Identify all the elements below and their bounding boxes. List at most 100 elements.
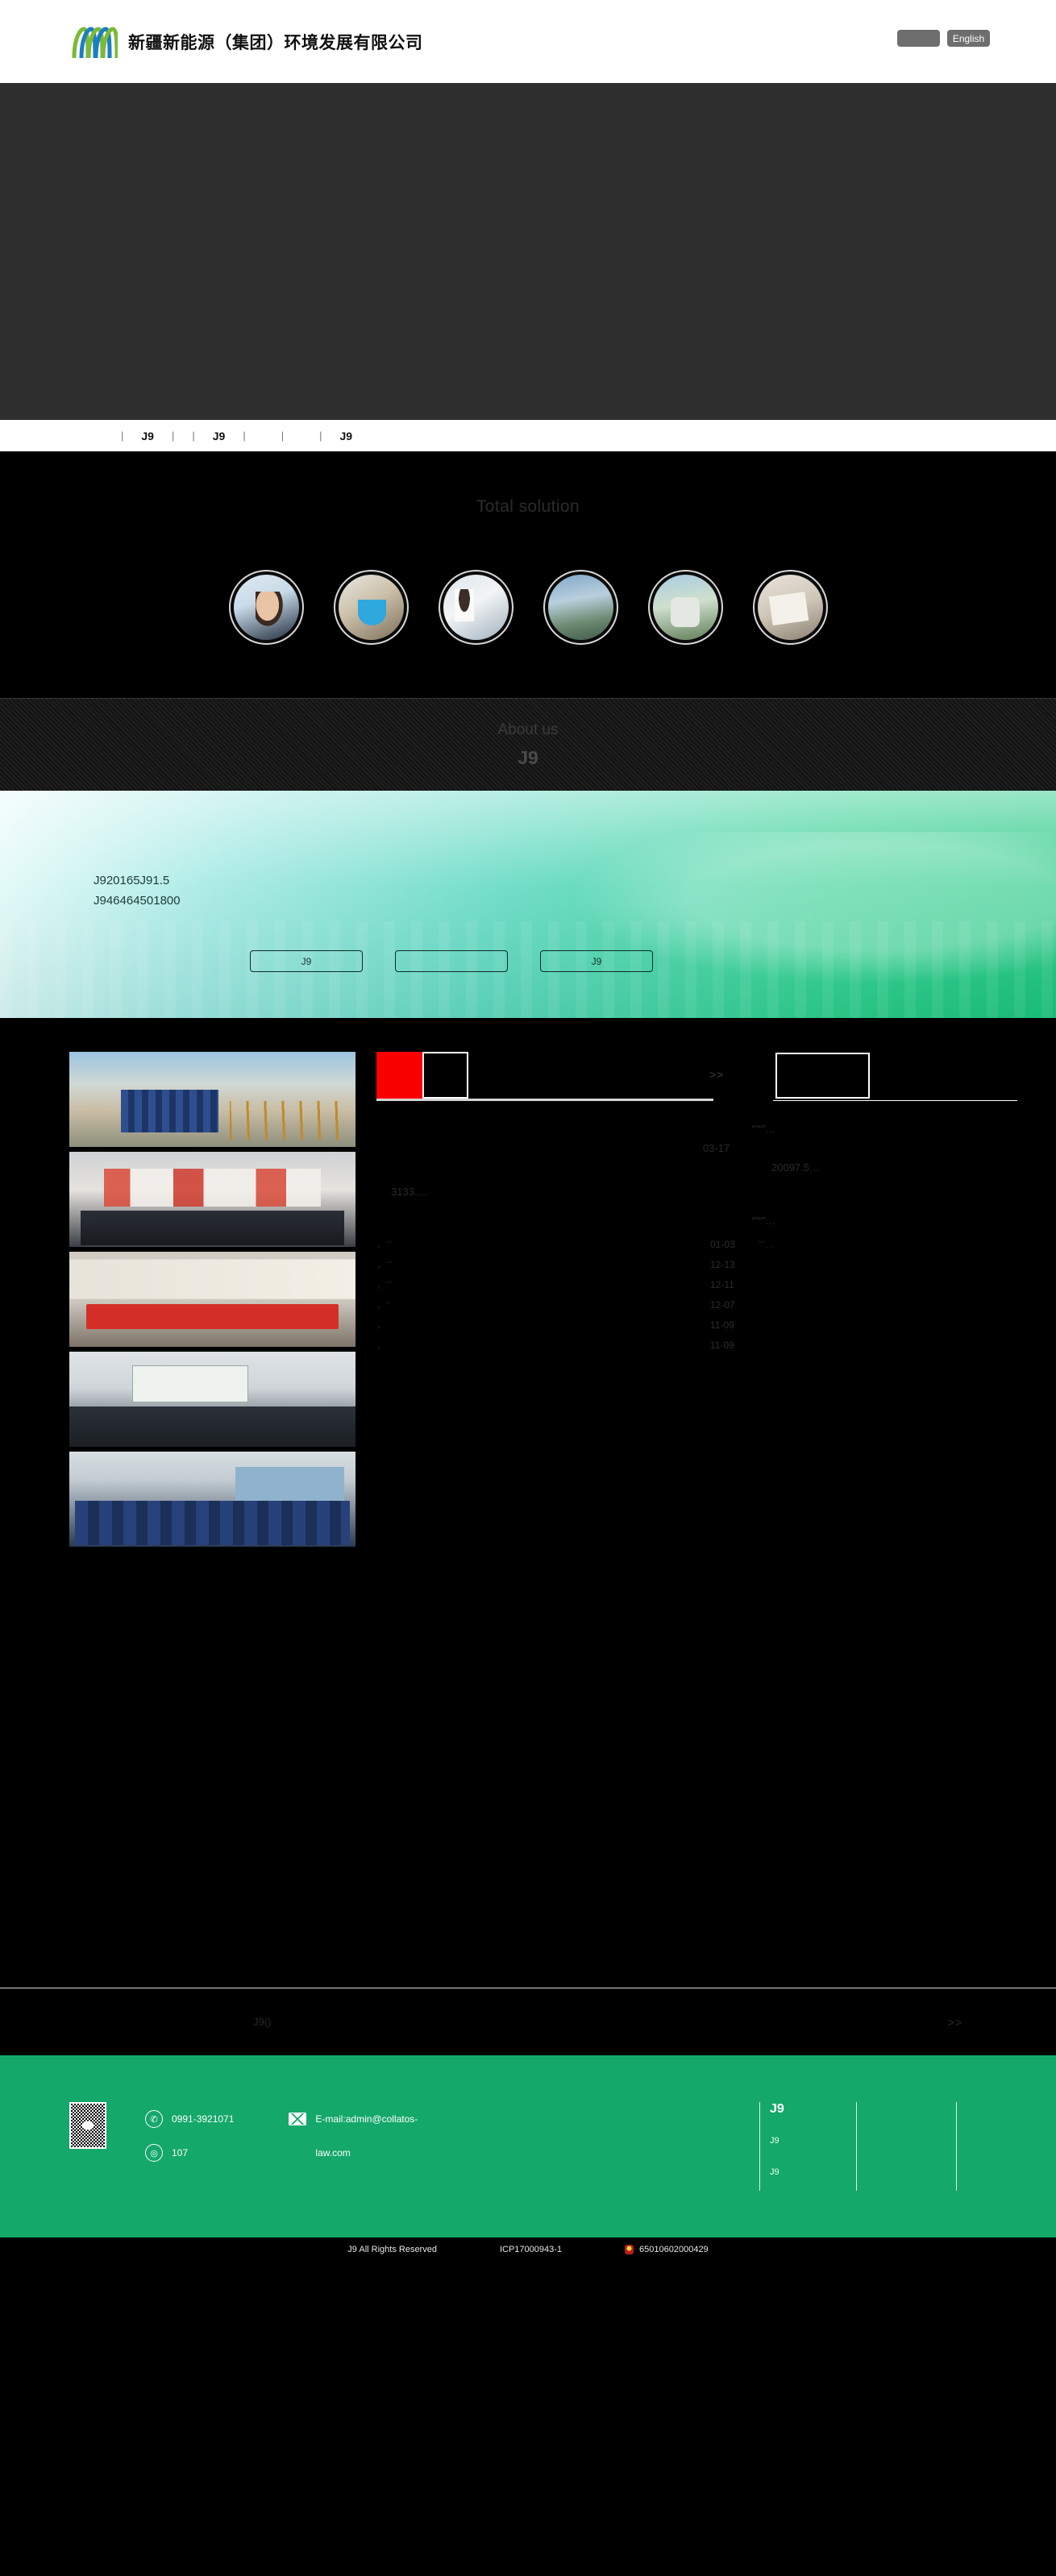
footer-email-block: E-mail:admin@collatos- law.com bbox=[289, 2102, 418, 2170]
news-item-date: 11-09 bbox=[710, 1339, 734, 1351]
nav-separator: | bbox=[171, 430, 175, 442]
copyright-icp[interactable]: ICP17000943-1 bbox=[500, 2245, 562, 2254]
news-list-item[interactable]: ， 11-09 bbox=[376, 1335, 796, 1355]
banner-text-block: J920165J91.5 J946464501800 bbox=[94, 871, 181, 912]
news-more-link[interactable]: >> bbox=[709, 1068, 724, 1081]
photo-party-meeting[interactable] bbox=[69, 1152, 355, 1247]
company-name: 新疆新能源（集团）环境发展有限公司 bbox=[128, 33, 423, 52]
news-item-title: ， bbox=[376, 1319, 387, 1331]
footer-nav-column-1: J9 J9 J9 bbox=[759, 2102, 856, 2191]
news-side-tab[interactable] bbox=[775, 1053, 870, 1099]
contact-email-row: E-mail:admin@collatos- bbox=[289, 2102, 418, 2136]
phone-icon: ✆ bbox=[145, 2110, 163, 2128]
copyright-police-group[interactable]: 65010602000429 bbox=[625, 2245, 709, 2254]
banner-button-3[interactable]: J9 bbox=[540, 950, 653, 972]
pagination-next-link[interactable]: >> bbox=[948, 2016, 962, 2029]
news-list-item[interactable]: ，“” 01-03 “”… bbox=[376, 1234, 796, 1254]
about-section: About us J9 bbox=[0, 698, 1056, 791]
nav-item-3[interactable]: J9 bbox=[340, 430, 353, 442]
news-float-date-1: 03-17 bbox=[703, 1142, 730, 1154]
circle-operator[interactable] bbox=[228, 570, 304, 645]
circle-lab[interactable] bbox=[438, 570, 513, 645]
solution-circle-row bbox=[0, 570, 1056, 645]
qr-code-icon bbox=[69, 2102, 106, 2149]
footer-nav-link-2[interactable]: J9 bbox=[770, 2167, 856, 2177]
news-tab-underline bbox=[376, 1099, 713, 1101]
contact-email-row-2: law.com bbox=[289, 2136, 418, 2170]
header-blank-button[interactable] bbox=[897, 30, 940, 47]
photo-group-banner[interactable] bbox=[69, 1252, 355, 1347]
circle-plant[interactable] bbox=[543, 570, 618, 645]
news-body: “”“”… 03-17 20097.5… 3133…. “”“”… ，“” 01… bbox=[376, 1111, 975, 1353]
news-float-text-1[interactable]: “”“”… bbox=[751, 1123, 775, 1135]
news-float-text-2[interactable]: 20097.5… bbox=[771, 1161, 820, 1174]
about-title-en: About us bbox=[497, 721, 559, 738]
about-title-cn: J9 bbox=[518, 746, 538, 768]
news-item-date: 12-07 bbox=[710, 1298, 735, 1311]
arch-rainbow-logo-icon bbox=[72, 26, 118, 58]
lab-flask-photo bbox=[338, 575, 404, 640]
news-list-item[interactable]: ，“ 12-07 bbox=[376, 1294, 796, 1315]
nav-separator: | bbox=[243, 430, 246, 442]
nav-separator: | bbox=[192, 430, 195, 442]
banner-button-1[interactable]: J9 bbox=[250, 950, 363, 972]
nav-separator: | bbox=[319, 430, 322, 442]
nav-separator: | bbox=[121, 430, 124, 442]
pagination-bar: J9() >> bbox=[0, 1988, 1056, 2055]
banner-button-2[interactable] bbox=[395, 950, 508, 972]
location-pin-icon: ◎ bbox=[145, 2144, 163, 2162]
site-footer: ✆ 0991-3921071 ◎ 107 E-mail:admin@collat… bbox=[0, 2055, 1056, 2237]
news-float-text-3[interactable]: 3133…. bbox=[391, 1186, 428, 1198]
contact-email-line2[interactable]: law.com bbox=[315, 2147, 350, 2158]
logo-link[interactable]: 新疆新能源（集团）环境发展有限公司 bbox=[71, 26, 423, 58]
news-item-date: 12-11 bbox=[710, 1278, 734, 1290]
banner-button-row: J9 J9 bbox=[250, 950, 846, 972]
photo-conference-room[interactable] bbox=[69, 1352, 355, 1447]
contact-address-text: 107 bbox=[172, 2147, 189, 2158]
customer-service-operator-photo bbox=[233, 575, 299, 640]
language-english-button[interactable]: English bbox=[947, 30, 990, 47]
news-item-suffix: “”… bbox=[759, 1238, 775, 1250]
news-list-item[interactable]: ，“” 12-11 bbox=[376, 1274, 796, 1294]
photo-site-inspection[interactable] bbox=[69, 1052, 355, 1147]
contact-phone-text[interactable]: 0991-3921071 bbox=[172, 2113, 234, 2125]
news-float-text-4[interactable]: “”“”… bbox=[751, 1215, 775, 1227]
copyright-police-number: 65010602000429 bbox=[639, 2245, 709, 2254]
footer-contact-block: ✆ 0991-3921071 ◎ 107 bbox=[145, 2102, 234, 2170]
news-list: ，“” 01-03 “”… ，“” 12-13 ，“” 12-11 ，“ 12-… bbox=[376, 1234, 796, 1355]
news-list-item[interactable]: ， 11-09 bbox=[376, 1315, 796, 1335]
news-item-date: 12-13 bbox=[710, 1258, 735, 1270]
news-item-date: 01-03 bbox=[710, 1238, 735, 1250]
copyright-rights: J9 All Rights Reserved bbox=[347, 2245, 437, 2254]
site-header: 新疆新能源（集团）环境发展有限公司 English bbox=[0, 0, 1056, 83]
footer-nav-column-3 bbox=[956, 2102, 1056, 2191]
news-layout: >> “”“”… 03-17 20097.5… 3133…. “”“”… ，“”… bbox=[0, 1052, 1056, 1547]
news-tab-active[interactable] bbox=[376, 1052, 422, 1099]
solution-title: Total solution bbox=[476, 497, 580, 516]
news-tab-second[interactable] bbox=[422, 1052, 468, 1099]
green-banner: J920165J91.5 J946464501800 J9 J9 bbox=[0, 791, 1056, 1018]
circle-writing[interactable] bbox=[752, 570, 828, 645]
news-item-title: ，“ bbox=[376, 1299, 389, 1311]
circle-flask[interactable] bbox=[333, 570, 409, 645]
contact-address-row: ◎ 107 bbox=[145, 2136, 234, 2170]
news-item-date: 11-09 bbox=[710, 1319, 734, 1331]
news-section: >> “”“”… 03-17 20097.5… 3133…. “”“”… ，“”… bbox=[0, 1018, 1056, 2055]
envelope-icon bbox=[289, 2113, 307, 2125]
nav-item-1[interactable]: J9 bbox=[141, 430, 154, 442]
contact-email-line1[interactable]: E-mail:admin@collatos- bbox=[315, 2113, 418, 2125]
photo-training-class[interactable] bbox=[69, 1452, 355, 1547]
news-photo-column bbox=[69, 1052, 355, 1547]
news-item-title: ，“” bbox=[376, 1239, 393, 1250]
storage-tank-photo bbox=[652, 575, 718, 640]
news-list-item[interactable]: ，“” 12-13 bbox=[376, 1254, 796, 1274]
news-item-title: ，“” bbox=[376, 1259, 393, 1270]
news-tabs: >> bbox=[376, 1052, 1017, 1102]
nav-item-2[interactable]: J9 bbox=[213, 430, 226, 442]
circle-tank[interactable] bbox=[647, 570, 723, 645]
hand-writing-photo bbox=[757, 575, 823, 640]
main-navigation: | J9 | | J9 | | | J9 bbox=[0, 420, 1056, 454]
solution-section: Total solution bbox=[0, 454, 1056, 698]
qr-center-logo bbox=[81, 2121, 94, 2130]
footer-nav-link-1[interactable]: J9 bbox=[770, 2136, 856, 2146]
